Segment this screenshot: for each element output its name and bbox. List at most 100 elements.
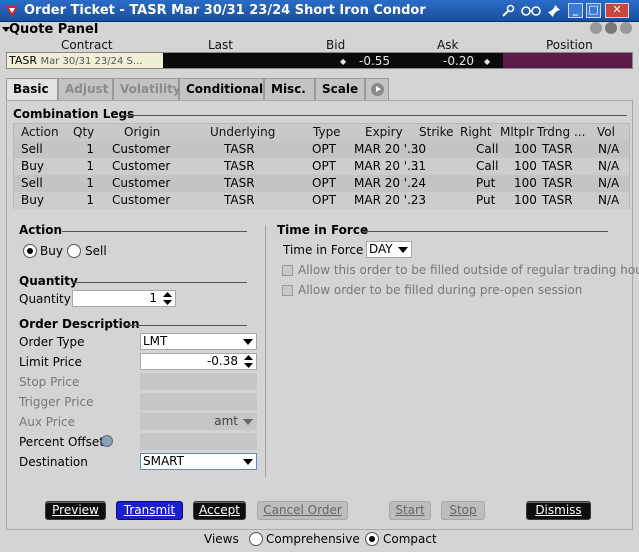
table-cell: Sell — [21, 176, 43, 190]
table-cell: Call — [476, 142, 499, 156]
dismiss-button[interactable]: Dismiss — [526, 501, 591, 520]
column-header[interactable]: Strike — [419, 125, 454, 139]
position-header: Position — [546, 38, 593, 52]
table-cell: 1 — [86, 142, 94, 156]
sell-radio[interactable] — [67, 244, 81, 258]
table-cell: TASR — [542, 159, 573, 173]
legs-table[interactable]: Action Qty Origin Underlying Type Expiry… — [13, 123, 630, 209]
config-icon[interactable] — [590, 22, 602, 34]
minimize-button[interactable]: _ — [568, 3, 583, 18]
time-in-force-value: DAY — [369, 242, 393, 256]
column-header[interactable]: Action — [21, 125, 59, 139]
column-header[interactable]: Qty — [73, 125, 94, 139]
limit-price-value: -0.38 — [206, 354, 238, 368]
ask-value[interactable]: -0.20 — [443, 54, 474, 68]
window-title: Order Ticket - TASR Mar 30/31 23/24 Shor… — [24, 3, 426, 18]
comprehensive-radio[interactable] — [249, 532, 263, 546]
tab-volatility[interactable]: Volatility — [113, 78, 181, 100]
help-icon[interactable] — [620, 22, 632, 34]
link-icon[interactable] — [520, 4, 542, 18]
buy-label[interactable]: Buy — [40, 244, 63, 258]
action-title: Action — [19, 223, 63, 237]
quote-panel-title: Quote Panel — [9, 22, 99, 37]
percent-offset-label: Percent Offset — [19, 435, 105, 449]
table-cell: 100 — [514, 142, 537, 156]
column-header[interactable]: Right — [460, 125, 492, 139]
bid-value[interactable]: -0.55 — [359, 54, 390, 68]
column-header[interactable]: Vol — [597, 125, 615, 139]
transmit-button[interactable]: Transmit — [116, 501, 183, 520]
tab-basic[interactable]: Basic — [6, 78, 58, 101]
chevron-down-icon — [243, 339, 253, 345]
compact-radio[interactable] — [365, 532, 379, 546]
table-cell: Call — [476, 159, 499, 173]
tab-scroll-button[interactable] — [365, 78, 389, 100]
time-in-force-title: Time in Force — [277, 223, 369, 237]
outside-rth-checkbox[interactable] — [282, 265, 293, 276]
preopen-label: Allow order to be filled during pre-open… — [298, 283, 583, 297]
tab-misc[interactable]: Misc. — [264, 78, 315, 100]
spinner-icon[interactable] — [244, 355, 253, 368]
preopen-checkbox[interactable] — [282, 285, 293, 296]
wrench-icon[interactable] — [501, 4, 515, 18]
table-cell: OPT — [312, 176, 337, 190]
table-cell: TASR — [224, 159, 255, 173]
close-button[interactable]: ✕ — [605, 3, 629, 18]
table-cell: Customer — [112, 159, 171, 173]
quantity-stepper[interactable]: 1 — [72, 290, 176, 307]
column-header[interactable]: Type — [313, 125, 341, 139]
column-header[interactable]: Trdng ... — [537, 125, 585, 139]
buy-radio[interactable] — [23, 244, 37, 258]
order-type-select[interactable]: LMT — [140, 333, 257, 350]
preview-button[interactable]: Preview — [45, 501, 106, 520]
limit-price-stepper[interactable]: -0.38 — [140, 353, 257, 370]
stop-button[interactable]: Stop — [441, 501, 485, 520]
table-cell: 1 — [86, 176, 94, 190]
compact-label[interactable]: Compact — [383, 532, 437, 546]
sell-label[interactable]: Sell — [85, 244, 107, 258]
column-header[interactable]: Expiry — [365, 125, 403, 139]
table-cell: 100 — [514, 193, 537, 207]
percent-offset-field — [140, 433, 257, 450]
ask-header: Ask — [437, 38, 459, 52]
destination-select[interactable]: SMART — [140, 453, 257, 470]
views-label: Views — [204, 532, 239, 546]
start-button[interactable]: Start — [389, 501, 431, 520]
table-cell: 30 — [410, 142, 426, 156]
table-cell: Buy — [21, 159, 44, 173]
refresh-icon[interactable] — [605, 22, 617, 34]
quantity-value: 1 — [149, 291, 157, 305]
title-bar[interactable]: Order Ticket - TASR Mar 30/31 23/24 Shor… — [0, 0, 639, 22]
table-cell: TASR — [224, 142, 255, 156]
info-icon[interactable] — [101, 435, 113, 447]
contract-cell[interactable]: TASR Mar 30/31 23/24 S... — [7, 53, 163, 68]
tab-adjust[interactable]: Adjust — [58, 78, 113, 100]
column-header[interactable]: Underlying — [210, 125, 275, 139]
time-in-force-select[interactable]: DAY — [366, 241, 412, 258]
table-cell: N/A — [598, 142, 620, 156]
pin-icon[interactable] — [547, 4, 561, 18]
bid-marker-icon: ◆ — [340, 57, 347, 66]
destination-label: Destination — [19, 455, 88, 469]
quote-row[interactable]: TASR Mar 30/31 23/24 S... ◆ -0.55 -0.20 … — [6, 52, 633, 69]
quantity-label: Quantity — [19, 292, 71, 306]
cancel-order-button[interactable]: Cancel Order — [257, 501, 348, 520]
destination-value: SMART — [143, 454, 184, 468]
table-cell: TASR — [542, 142, 573, 156]
ask-marker-icon: ◆ — [484, 57, 491, 66]
spinner-icon[interactable] — [163, 292, 172, 305]
section-divider — [72, 282, 247, 283]
table-cell: N/A — [598, 176, 620, 190]
table-cell: N/A — [598, 159, 620, 173]
comprehensive-label[interactable]: Comprehensive — [266, 532, 360, 546]
tab-scale[interactable]: Scale — [315, 78, 365, 100]
accept-button[interactable]: Accept — [193, 501, 246, 520]
table-cell: 31 — [410, 159, 426, 173]
maximize-button[interactable]: □ — [586, 3, 601, 18]
tab-conditional[interactable]: Conditional — [179, 78, 264, 100]
last-header: Last — [208, 38, 233, 52]
column-header[interactable]: Origin — [124, 125, 160, 139]
table-cell: Customer — [112, 193, 171, 207]
column-header[interactable]: Mltplr — [500, 125, 534, 139]
table-cell: Sell — [21, 142, 43, 156]
